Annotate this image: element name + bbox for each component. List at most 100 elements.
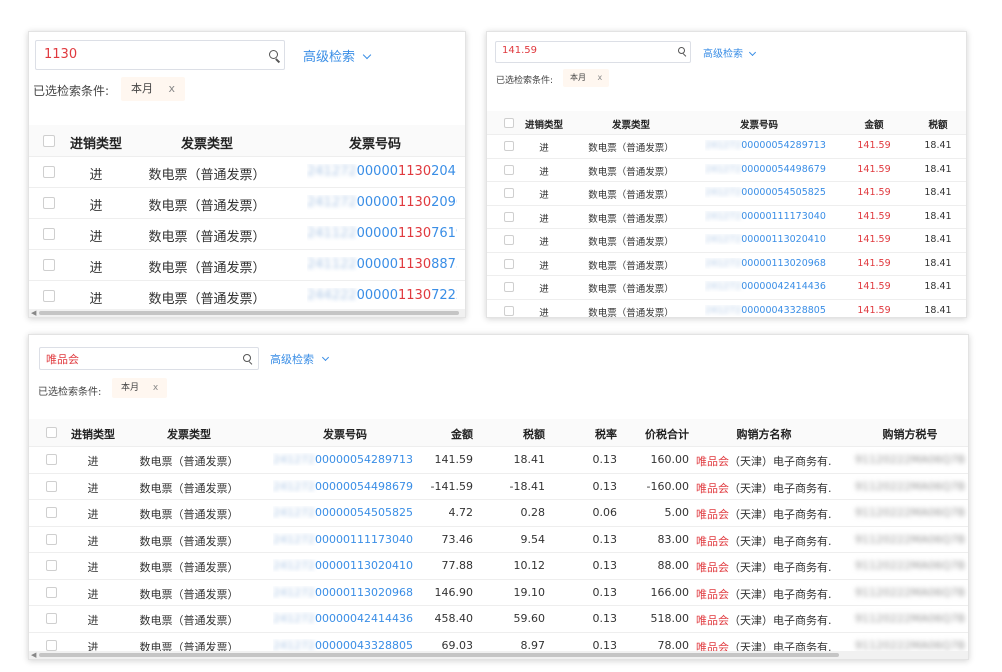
table-row[interactable]: 进 数电票（普通发票） 24127200000054498679 141.59 18.4… [487, 159, 966, 182]
table-row[interactable]: 进 数电票（普通发票） 24127200000042414436 141.59 18.4… [487, 276, 966, 300]
row-checkbox[interactable] [504, 164, 514, 175]
column-header-invoice-type[interactable]: 发票类型 [145, 133, 269, 152]
select-all-checkbox[interactable] [504, 118, 514, 128]
column-header-invoice-type[interactable]: 发票类型 [135, 426, 243, 442]
search-input[interactable]: 唯品会 [39, 347, 259, 370]
cell-invoice-number[interactable]: 24127200000054498679 [705, 164, 835, 175]
row-checkbox[interactable] [43, 197, 55, 209]
row-checkbox[interactable] [504, 188, 514, 198]
cell-invoice-number[interactable]: 24127200000054289713 [705, 140, 835, 151]
cell-invoice-number[interactable]: 24127200000054505825 [705, 187, 835, 198]
row-checkbox[interactable] [43, 290, 55, 302]
row-checkbox[interactable] [46, 507, 57, 518]
cell-invoice-number[interactable]: 24112200000113076190 [307, 226, 457, 241]
row-checkbox[interactable] [43, 259, 55, 271]
row-checkbox[interactable] [46, 560, 57, 571]
row-checkbox[interactable] [43, 166, 55, 178]
table-row[interactable]: 进 数电票（普通发票） 24127200000113020410 [29, 157, 465, 188]
table-row[interactable]: 进 数电票（普通发票） 24112200000113088750 [29, 250, 465, 281]
row-checkbox[interactable] [43, 228, 55, 240]
scroll-left-icon[interactable]: ◀ [31, 309, 36, 317]
row-checkbox[interactable] [504, 235, 514, 245]
column-header-tax[interactable]: 税额 [491, 426, 545, 442]
table-row[interactable]: 进 数电票（普通发票） 24127200000111173040 141.59 18.4… [487, 206, 966, 229]
row-checkbox[interactable] [46, 480, 57, 492]
table-row[interactable]: 进 数电票（普通发票） 24127200000113020968 141.59 18.4… [487, 253, 966, 276]
scroll-left-icon[interactable]: ◀ [31, 651, 36, 659]
column-header-io-type[interactable]: 进销类型 [65, 426, 121, 442]
column-header-io-type[interactable]: 进销类型 [67, 133, 125, 152]
advanced-search-button[interactable]: 高级检索 [703, 45, 757, 60]
cell-invoice-number[interactable]: 24127200000054289713 [273, 453, 423, 466]
column-header-invoice-number[interactable]: 发票号码 [709, 117, 809, 131]
close-icon[interactable]: x [598, 73, 603, 82]
table-row[interactable]: 进 数电票（普通发票） 24112200000113076190 [29, 219, 465, 250]
row-checkbox[interactable] [46, 586, 57, 598]
cell-invoice-number[interactable]: 24127200000113020410 [273, 559, 423, 572]
table-row[interactable]: 进 数电票（普通发票） 24127200000054289713 141.59 18.4… [29, 447, 968, 474]
cell-invoice-number[interactable]: 24127200000054498679 [273, 480, 423, 493]
cell-invoice-number[interactable]: 24127200000111173040 [273, 533, 423, 546]
column-header-counterparty-name[interactable]: 购销方名称 [699, 426, 829, 442]
advanced-search-button[interactable]: 高级检索 [270, 351, 329, 367]
column-header-invoice-number[interactable]: 发票号码 [285, 426, 405, 442]
row-checkbox[interactable] [504, 305, 514, 316]
cell-invoice-number[interactable]: 24127200000043328805 [705, 305, 835, 316]
column-header-amount[interactable]: 金额 [419, 426, 473, 442]
column-header-invoice-number[interactable]: 发票号码 [305, 133, 445, 152]
select-all-checkbox[interactable] [46, 427, 57, 438]
scrollbar-thumb[interactable] [39, 653, 839, 657]
horizontal-scrollbar[interactable]: ◀ [29, 309, 465, 317]
cell-invoice-number[interactable]: 24127200000113020968 [705, 258, 835, 269]
search-input[interactable]: 141.59 [495, 41, 691, 63]
table-row[interactable]: 进 数电票（普通发票） 24127200000054505825 141.59 18.4… [487, 182, 966, 206]
search-icon[interactable] [269, 50, 281, 63]
column-header-total[interactable]: 价税合计 [625, 426, 689, 442]
cell-invoice-number[interactable]: 24127200000042414436 [705, 281, 835, 292]
select-all-checkbox[interactable] [43, 135, 55, 147]
table-row[interactable]: 进 数电票（普通发票） 24127200000113020410 141.59 18.4… [487, 229, 966, 253]
cell-invoice-number[interactable]: 24127200000042414436 [273, 612, 423, 625]
scrollbar-thumb[interactable] [39, 311, 459, 315]
column-header-io-type[interactable]: 进销类型 [521, 117, 567, 131]
row-checkbox[interactable] [504, 258, 514, 269]
row-checkbox[interactable] [46, 454, 57, 465]
cell-invoice-number[interactable]: 24127200000113020968 [307, 195, 457, 210]
row-checkbox[interactable] [504, 282, 514, 292]
search-icon[interactable] [678, 47, 687, 57]
row-checkbox[interactable] [46, 533, 57, 545]
row-checkbox[interactable] [504, 211, 514, 222]
close-icon[interactable]: x [169, 82, 176, 95]
column-header-counterparty-tax-id[interactable]: 购销方税号 [855, 426, 965, 442]
column-header-tax[interactable]: 税额 [913, 117, 963, 131]
advanced-search-button[interactable]: 高级检索 [303, 46, 372, 65]
column-header-amount[interactable]: 金额 [849, 117, 899, 131]
table-row[interactable]: 进 数电票（普通发票） 24127200000111173040 73.46 9.54 0… [29, 527, 968, 553]
cell-invoice-number[interactable]: 24422200000113072222 [307, 288, 457, 303]
table-row[interactable]: 进 数电票（普通发票） 24127200000113020968 146.90 19.1… [29, 580, 968, 606]
table-row[interactable]: 进 数电票（普通发票） 24127200000043328805 141.59 18.4… [487, 300, 966, 317]
search-icon[interactable] [243, 354, 253, 366]
close-icon[interactable]: x [153, 383, 158, 393]
table-row[interactable]: 进 数电票（普通发票） 24127200000054498679 -141.59 -18… [29, 474, 968, 500]
cell-invoice-number[interactable]: 24127200000113020968 [273, 586, 423, 599]
table-row[interactable]: 进 数电票（普通发票） 24127200000042414436 458.40 59.6… [29, 606, 968, 633]
table-row[interactable]: 进 数电票（普通发票） 24127200000113020410 77.88 10.12… [29, 553, 968, 580]
column-header-tax-rate[interactable]: 税率 [563, 426, 617, 442]
search-input[interactable]: 1130 [35, 40, 285, 70]
horizontal-scrollbar[interactable]: ◀ [29, 651, 968, 659]
cell-invoice-number[interactable]: 24127200000113020410 [705, 234, 835, 245]
cell-invoice-number[interactable]: 24127200000043328805 [273, 639, 423, 652]
table-row[interactable]: 进 数电票（普通发票） 24127200000054289713 141.59 18.4… [487, 135, 966, 159]
row-checkbox[interactable] [504, 141, 514, 151]
cell-invoice-number[interactable]: 24127200000113020410 [307, 164, 457, 179]
table-row[interactable]: 进 数电票（普通发票） 24127200000113020968 [29, 188, 465, 219]
column-header-invoice-type[interactable]: 发票类型 [583, 117, 679, 131]
cell-invoice-number[interactable]: 24127200000054505825 [273, 506, 423, 519]
row-checkbox[interactable] [46, 639, 57, 651]
table-row[interactable]: 进 数电票（普通发票） 24422200000113072222 [29, 281, 465, 312]
cell-invoice-number[interactable]: 24127200000111173040 [705, 211, 835, 222]
cell-invoice-number[interactable]: 24112200000113088750 [307, 257, 457, 272]
table-row[interactable]: 进 数电票（普通发票） 24127200000054505825 4.72 0.28 0.… [29, 500, 968, 527]
row-checkbox[interactable] [46, 613, 57, 624]
